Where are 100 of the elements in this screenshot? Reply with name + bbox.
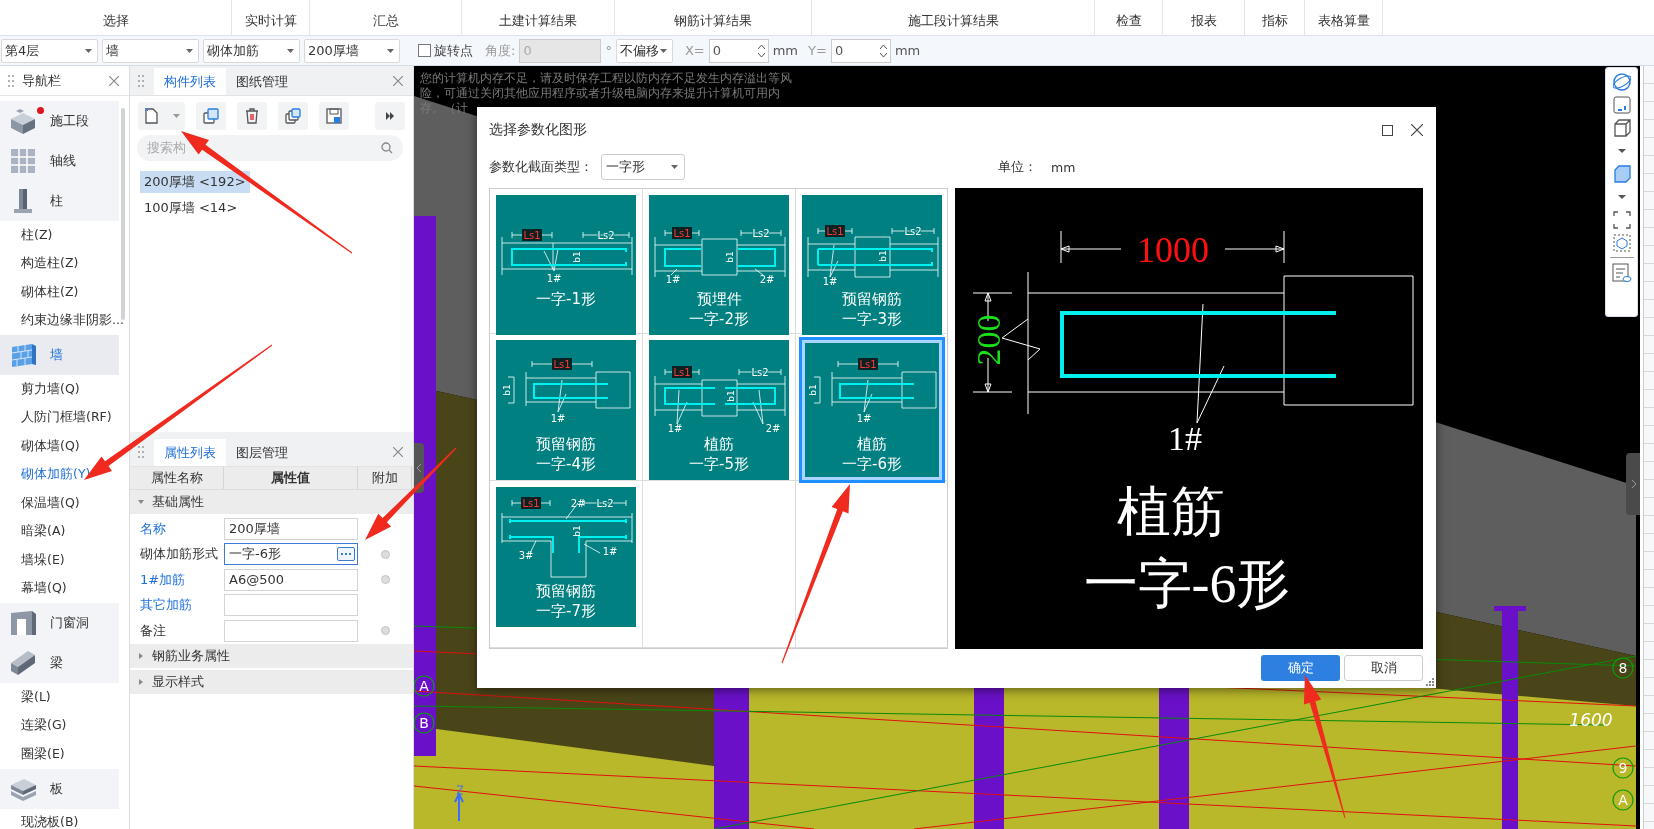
nav-item[interactable]: 剪力墙(Q) bbox=[0, 375, 119, 404]
panel-tab[interactable]: 构件列表 bbox=[154, 68, 226, 95]
component-item[interactable]: 100厚墙 <14> bbox=[140, 197, 242, 219]
tile-caption: 植筋 bbox=[704, 434, 734, 454]
copy-to-floor-button[interactable] bbox=[278, 101, 308, 130]
save-icon bbox=[326, 107, 342, 124]
list-view-icon[interactable] bbox=[1611, 263, 1632, 283]
delete-button[interactable] bbox=[237, 101, 267, 130]
shape-tile[interactable]: Ls1 Ls2 b1 1# 预留钢筋 一字-3形 bbox=[802, 195, 942, 335]
rotate-point-checkbox[interactable]: 旋转点 bbox=[418, 41, 473, 60]
nav-category[interactable]: 梁 bbox=[0, 643, 119, 683]
spin-arrows-icon[interactable] bbox=[757, 43, 765, 58]
property-value-field[interactable]: 一字-6形 bbox=[224, 543, 358, 566]
type-dropdown[interactable]: 砌体加筋 bbox=[203, 38, 300, 63]
chevron-left-icon bbox=[416, 464, 422, 472]
nav-category[interactable]: 门窗洞 bbox=[0, 603, 119, 643]
copy-button[interactable] bbox=[196, 101, 226, 130]
shape-tile[interactable]: Ls1 2# Ls2 b1 3# 1# 预留钢筋 一字-7形 bbox=[496, 487, 636, 627]
cancel-button[interactable]: 取消 bbox=[1344, 655, 1423, 681]
double-chevron-icon bbox=[385, 111, 395, 120]
nav-item[interactable]: 墙垛(E) bbox=[0, 546, 119, 575]
drag-handle-icon[interactable] bbox=[8, 73, 14, 88]
save-button[interactable] bbox=[319, 101, 349, 130]
shape-tile[interactable]: Ls1 b1 1# 预留钢筋 一字-4形 bbox=[496, 340, 636, 480]
shape-tile[interactable]: Ls1 Ls2 b1 1# 一字-1形 bbox=[496, 195, 636, 335]
property-group[interactable]: 钢筋业务属性 bbox=[130, 643, 413, 668]
drag-handle-icon[interactable] bbox=[138, 73, 144, 88]
collapsed-arrow-icon[interactable] bbox=[138, 652, 144, 659]
nav-item[interactable]: 幕墙(Q) bbox=[0, 574, 119, 603]
resize-grip-icon[interactable] bbox=[1426, 678, 1434, 686]
shape-tile[interactable]: Ls1 Ls2 b1 1# 2# 预埋件 一字-2形 bbox=[649, 195, 789, 335]
nav-item[interactable]: 暗梁(A) bbox=[0, 517, 119, 546]
cube-icon[interactable] bbox=[1612, 165, 1631, 183]
fullscreen-icon[interactable] bbox=[1612, 211, 1631, 229]
floor-dropdown[interactable]: 第4层 bbox=[1, 38, 98, 63]
category-dropdown[interactable]: 墙 bbox=[102, 38, 199, 63]
property-value-field[interactable]: 200厚墙 bbox=[224, 517, 358, 540]
panel-tab[interactable]: 图层管理 bbox=[226, 439, 298, 466]
nav-item[interactable]: 砌体柱(Z) bbox=[0, 278, 119, 307]
panel-tab[interactable]: 属性列表 bbox=[154, 439, 226, 466]
trash-icon bbox=[244, 107, 260, 124]
nav-item[interactable]: 现浇板(B) bbox=[0, 808, 119, 829]
nav-item[interactable]: 人防门框墙(RF) bbox=[0, 403, 119, 432]
spin-arrows-icon[interactable] bbox=[879, 43, 887, 58]
unit-value: mm bbox=[1051, 159, 1076, 175]
shape-tile[interactable]: Ls1 b1 1# 植筋 一字-6形 bbox=[802, 340, 942, 480]
property-name: 名称 bbox=[139, 519, 167, 538]
tile-caption: 一字-3形 bbox=[842, 309, 902, 329]
expand-handle[interactable] bbox=[1626, 453, 1640, 515]
nav-item[interactable]: 构造柱(Z) bbox=[0, 249, 119, 278]
orbit-icon[interactable] bbox=[1612, 73, 1631, 91]
expanded-arrow-icon[interactable] bbox=[138, 499, 144, 505]
property-value-field[interactable] bbox=[224, 619, 358, 642]
column-header: 属性值 bbox=[224, 467, 358, 489]
component-item[interactable]: 200厚墙 <192> bbox=[140, 171, 250, 193]
nav-item[interactable]: 柱(Z) bbox=[0, 221, 119, 250]
scrollbar[interactable] bbox=[121, 108, 125, 320]
more-button[interactable] bbox=[375, 101, 405, 130]
nav-item[interactable]: 圈梁(E) bbox=[0, 740, 119, 769]
x-field[interactable]: 0 bbox=[708, 38, 769, 63]
confirm-button[interactable]: 确定 bbox=[1261, 655, 1340, 681]
drag-handle-icon[interactable] bbox=[138, 444, 144, 459]
tile-caption: 一字-6形 bbox=[842, 454, 902, 474]
nav-item[interactable]: 保温墙(Q) bbox=[0, 489, 119, 518]
section-type-dropdown[interactable]: 一字形 bbox=[601, 154, 685, 180]
property-group[interactable]: 基础属性 bbox=[130, 490, 413, 514]
nav-item[interactable]: 连梁(G) bbox=[0, 711, 119, 740]
dashed-cube-icon[interactable] bbox=[1612, 234, 1631, 252]
offset-dropdown[interactable]: 不偏移 bbox=[615, 38, 673, 63]
nav-item[interactable]: 砌体墙(Q) bbox=[0, 432, 119, 461]
ribbon-group-label: 土建计算结果 bbox=[499, 12, 577, 30]
nav-category[interactable]: 施工段 bbox=[0, 101, 119, 141]
nav-item[interactable]: 梁(L) bbox=[0, 683, 119, 712]
shape-tile[interactable]: Ls1 Ls2 b1 1# 2# 植筋 一字-5形 bbox=[649, 340, 789, 480]
y-field[interactable]: 0 bbox=[830, 38, 891, 63]
nav-category[interactable]: 板 bbox=[0, 768, 119, 809]
component-dropdown[interactable]: 200厚墙 bbox=[304, 38, 400, 63]
property-name: 砌体加筋形式 bbox=[139, 545, 219, 564]
property-value-field[interactable]: A6@500 bbox=[224, 568, 358, 591]
preview-caption: 一字-6形 bbox=[1083, 554, 1291, 614]
new-component-button[interactable] bbox=[138, 101, 185, 130]
nav-category[interactable]: 墙 bbox=[0, 335, 119, 375]
2d-view-icon[interactable] bbox=[1612, 96, 1631, 114]
dimension-label: Ls2 bbox=[752, 227, 770, 239]
property-name: 其它加筋 bbox=[139, 596, 193, 615]
tile-caption: 预留钢筋 bbox=[842, 289, 902, 309]
property-group[interactable]: 显示样式 bbox=[130, 669, 413, 694]
search-icon bbox=[381, 142, 393, 154]
cube-icon[interactable] bbox=[1612, 119, 1631, 137]
maximize-icon[interactable] bbox=[1382, 124, 1393, 136]
close-icon[interactable] bbox=[1411, 124, 1423, 136]
group-label: 显示样式 bbox=[152, 672, 204, 691]
property-value-field[interactable] bbox=[224, 594, 358, 617]
nav-category[interactable]: 轴线 bbox=[0, 141, 119, 181]
axis-marker: A bbox=[1612, 789, 1634, 811]
ribbon-group-label: 施工段计算结果 bbox=[907, 12, 999, 30]
collapsed-arrow-icon[interactable] bbox=[138, 678, 144, 685]
ellipsis-button[interactable] bbox=[337, 547, 355, 562]
panel-tab[interactable]: 图纸管理 bbox=[226, 68, 298, 95]
nav-category[interactable]: 柱 bbox=[0, 181, 119, 221]
